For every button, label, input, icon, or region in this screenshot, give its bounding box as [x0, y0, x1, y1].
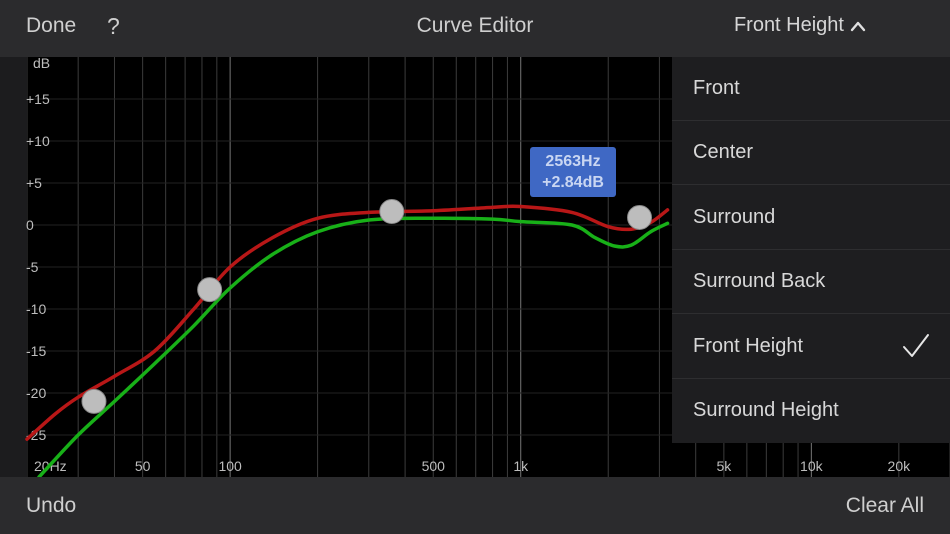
- dropdown-item-center[interactable]: Center: [672, 121, 950, 185]
- y-tick-label: 0: [26, 217, 34, 233]
- control-point-handle[interactable]: [627, 204, 653, 230]
- checkmark-icon: [903, 334, 929, 357]
- x-tick-label: 5k: [716, 458, 732, 474]
- y-tick-label: -15: [26, 343, 46, 359]
- clear-all-button[interactable]: Clear All: [846, 494, 924, 518]
- channel-dropdown: Front Center Surround Surround Back Fron…: [672, 57, 950, 443]
- dropdown-item-front-height[interactable]: Front Height: [672, 315, 950, 379]
- dropdown-item-label: Surround: [693, 206, 776, 228]
- done-button[interactable]: Done: [26, 14, 76, 38]
- bottom-bar: Undo Clear All: [0, 477, 950, 534]
- x-tick-label: 1k: [513, 458, 529, 474]
- top-bar: Done ? Curve Editor Front Height: [0, 0, 950, 57]
- dropdown-item-surround-back[interactable]: Surround Back: [672, 250, 950, 314]
- undo-button[interactable]: Undo: [26, 494, 76, 518]
- tooltip-frequency: 2563Hz: [545, 153, 601, 170]
- channel-selector[interactable]: Front Height: [734, 14, 866, 37]
- control-point-handle[interactable]: [379, 199, 405, 225]
- y-tick-label: -20: [26, 385, 46, 401]
- dropdown-item-front[interactable]: Front: [672, 57, 950, 121]
- x-tick-label: 20k: [888, 458, 912, 474]
- y-axis-strip: [0, 57, 27, 477]
- dropdown-item-label: Front: [693, 77, 740, 99]
- y-tick-label: -5: [26, 259, 39, 275]
- dropdown-item-label: Surround Height: [693, 399, 839, 421]
- x-tick-label: 500: [422, 458, 446, 474]
- x-tick-label: 10k: [800, 458, 824, 474]
- dropdown-item-label: Center: [693, 141, 754, 163]
- y-tick-label: +15: [26, 91, 50, 107]
- dropdown-item-surround-height[interactable]: Surround Height: [672, 379, 950, 443]
- x-tick-label: 100: [218, 458, 242, 474]
- control-point-handle[interactable]: [197, 277, 223, 303]
- control-point-handle[interactable]: [81, 388, 107, 414]
- chevron-up-icon: [850, 21, 866, 31]
- channel-selector-label: Front Height: [733, 14, 844, 36]
- y-tick-label: -10: [26, 301, 46, 317]
- tooltip-gain: +2.84dB: [542, 174, 604, 191]
- help-button[interactable]: ?: [107, 13, 120, 40]
- y-tick-label: +10: [26, 133, 50, 149]
- dropdown-item-label: Surround Back: [693, 270, 826, 292]
- y-tick-label: +5: [26, 175, 42, 191]
- y-axis-label: dB: [33, 57, 50, 71]
- dropdown-item-label: Front Height: [693, 335, 804, 357]
- dropdown-item-surround[interactable]: Surround: [672, 186, 950, 250]
- x-tick-label: 50: [135, 458, 151, 474]
- value-tooltip: 2563Hz +2.84dB: [530, 147, 616, 197]
